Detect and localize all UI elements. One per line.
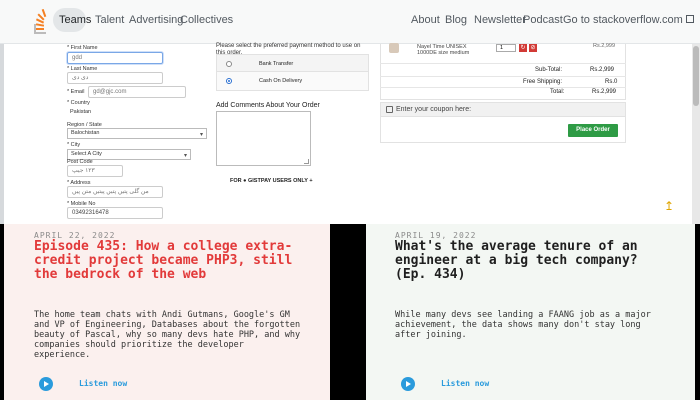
chevron-down-icon: ▾ <box>183 153 187 159</box>
divider <box>380 63 626 64</box>
divider <box>380 76 626 77</box>
city-label: * City <box>67 142 81 148</box>
nav-blog[interactable]: Blog <box>445 14 467 26</box>
address-input[interactable]: من گلی پتیں پتیں پیتیں متن پیں <box>67 186 163 198</box>
radio-button[interactable] <box>226 61 232 67</box>
subtotal-value: Rs.2,999 <box>590 67 615 73</box>
coupon-toggle[interactable]: Enter your coupon here: <box>380 102 626 117</box>
coupon-icon <box>386 106 393 113</box>
shipping-value: Rs.0 <box>605 79 618 85</box>
comments-label: Add Comments About Your Order <box>216 102 320 109</box>
total-value: Rs.2,999 <box>592 89 617 95</box>
last-name-input[interactable]: دی دی <box>67 72 163 84</box>
product-price: Rs.2,999 <box>593 43 616 49</box>
nav-about[interactable]: About <box>411 14 440 26</box>
scroll-to-top-icon[interactable]: ↥ <box>664 200 676 214</box>
nav-newsletter[interactable]: Newsletter <box>474 14 526 26</box>
gistpay-offer: FOR ● GISTPAY USERS ONLY + <box>230 178 313 184</box>
remove-icon[interactable]: ⊘ <box>529 44 537 52</box>
city-value: Select A City <box>71 151 102 157</box>
region-select[interactable]: Balochistan ▾ <box>67 128 207 139</box>
first-name-label: * First Name <box>67 45 98 51</box>
nav-advertising[interactable]: Advertising <box>129 14 183 26</box>
chevron-down-icon: ▾ <box>199 132 203 138</box>
scrollbar-thumb[interactable] <box>693 46 699 106</box>
listen-now-link[interactable]: Listen now <box>441 379 489 388</box>
mobile-input[interactable]: 03492316478 <box>67 207 163 219</box>
top-nav: Teams Talent Advertising Collectives Abo… <box>0 0 700 44</box>
email-input[interactable]: gd@gjc.com <box>88 86 186 98</box>
resize-handle-icon[interactable] <box>304 159 309 164</box>
nav-teams[interactable]: Teams <box>59 14 91 26</box>
payment-option-cash-on-delivery[interactable]: Cash On Delivery <box>216 71 369 91</box>
shipping-label: Free Shipping: <box>523 79 563 85</box>
email-label: * Email <box>67 89 85 95</box>
card-title[interactable]: What's the average tenure of an engineer… <box>395 240 665 282</box>
nav-collectives[interactable]: Collectives <box>180 14 233 26</box>
place-order-button[interactable]: Place Order <box>568 124 618 137</box>
refresh-icon[interactable]: ↻ <box>519 44 527 52</box>
play-icon[interactable] <box>401 377 415 391</box>
radio-button-selected[interactable] <box>226 78 232 84</box>
card-description: While many devs see landing a FAANG job … <box>395 310 651 340</box>
card-title[interactable]: Episode 435: How a college extra-credit … <box>34 240 304 282</box>
listen-now-link[interactable]: Listen now <box>79 379 127 388</box>
payment-option-label: Bank Transfer <box>259 61 294 67</box>
first-name-input[interactable]: gdd <box>67 52 163 64</box>
product-name: Nayel Time UNISEX 1000DE size medium <box>417 44 470 56</box>
nav-go-label: Go to stackoverflow.com <box>563 14 683 26</box>
quantity-input[interactable]: 1 <box>496 44 516 52</box>
region-value: Balochistan <box>71 130 100 136</box>
total-label: Total: <box>550 89 565 95</box>
postcode-input[interactable]: ١٢٣ جیپ <box>67 165 123 177</box>
divider <box>380 87 626 88</box>
blog-card-episode-434[interactable]: APRIL 19, 2022 What's the average tenure… <box>366 224 695 400</box>
product-thumbnail <box>389 43 399 53</box>
stackoverflow-logo-icon[interactable] <box>33 9 47 35</box>
nav-go-to-stackoverflow[interactable]: Go to stackoverflow.com <box>563 14 694 26</box>
left-gutter <box>0 44 4 224</box>
coupon-label: Enter your coupon here: <box>396 106 472 113</box>
comments-textarea[interactable] <box>216 111 311 166</box>
subtotal-label: Sub-Total: <box>535 67 563 73</box>
country-label: * Country <box>67 100 90 106</box>
payment-option-label: Cash On Delivery <box>259 78 303 84</box>
card-description: The home team chats with Andi Gutmans, G… <box>34 310 301 360</box>
blog-card-episode-435[interactable]: APRIL 22, 2022 Episode 435: How a colleg… <box>4 224 330 400</box>
external-link-icon <box>685 15 694 23</box>
play-icon[interactable] <box>39 377 53 391</box>
nav-talent[interactable]: Talent <box>95 14 124 26</box>
nav-podcast[interactable]: Podcast <box>523 14 563 26</box>
country-select[interactable]: Pakistan <box>67 108 207 119</box>
